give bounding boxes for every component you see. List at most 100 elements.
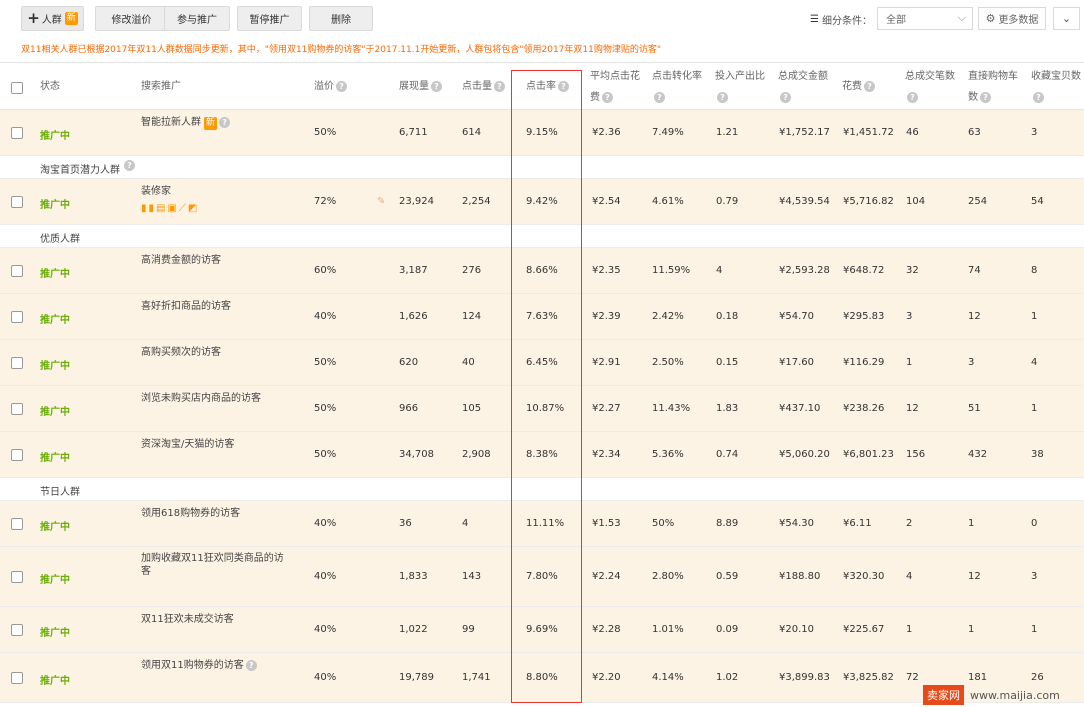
row-checkbox[interactable] [11,624,23,636]
row-checkbox[interactable] [11,265,23,277]
cell-gmv: ¥54.30 [779,518,814,529]
row-checkbox[interactable] [11,311,23,323]
row-checkbox[interactable] [11,518,23,530]
row-checkbox[interactable] [11,127,23,139]
status-text: 推广中 [40,407,70,418]
cell-roi: 1.21 [716,127,739,138]
status-text: 推广中 [40,200,70,211]
crowd-name-text: 智能拉新人群 [141,117,201,128]
filter-select-value: 全部 [886,15,906,26]
filter-label: ☰ 细分条件： [810,12,872,27]
cell-clk: 4 [462,518,469,529]
cell-orders: 46 [906,127,919,138]
col-cart-label-1: 直接购物车 [968,71,1018,82]
cell-roi: 0.79 [716,196,739,207]
tag-icon[interactable]: ▮▮ [141,203,156,214]
row-checkbox[interactable] [11,403,23,415]
col-roi[interactable]: 投入产出比? [715,66,765,108]
expand-button[interactable]: ⌄ [1053,7,1080,30]
cell-roi: 4 [716,265,723,276]
tag-icon[interactable]: ▣ [167,203,178,214]
cell-imp: 36 [399,518,412,529]
cell-premium: 40% [314,672,337,683]
group-label: 节日人群 [40,487,80,498]
row-checkbox[interactable] [11,449,23,461]
col-gmv-label: 总成交金额 [778,71,828,82]
col-status: 状态 [40,81,60,92]
table-row[interactable]: 推广中 装修家 ▮▮▤▣⟋◩ ✎ 72% 23,924 2,254 9.42% ¥2.54 4.6… [0,179,1084,225]
edit-pencil-icon[interactable]: ✎ [377,196,385,207]
help-icon: ? [558,80,569,92]
delete-button[interactable]: 删除 [309,6,373,31]
new-badge: 新 [204,117,218,130]
crowd-name: 高消费金额的访客 [141,254,221,267]
table-row[interactable]: 推广中 领用618购物券的访客 40% 36 4 11.11% ¥1.53 50% 8.89 ¥5… [0,501,1084,547]
table-row[interactable]: 推广中 加购收藏双11狂欢同类商品的访客 40% 1,833 143 7.80% ¥2.24… [0,547,1084,607]
tag-icon[interactable]: ◩ [188,203,199,214]
crowd-name: 喜好折扣商品的访客 [141,300,231,313]
cell-cart: 181 [968,672,988,683]
cell-premium: 50% [314,357,337,368]
help-icon: ? [494,80,505,92]
gear-icon: ⚙ [985,12,996,25]
row-checkbox[interactable] [11,357,23,369]
cell-cost: ¥225.67 [843,624,885,635]
cell-clk: 143 [462,571,482,582]
table-row[interactable]: 推广中 高消费金额的访客 60% 3,187 276 8.66% ¥2.35 11.59% 4 ¥… [0,248,1084,294]
table-row[interactable]: 推广中 双11狂欢未成交访客 40% 1,022 99 9.69% ¥2.28 1.01% 0.… [0,607,1084,653]
col-gmv[interactable]: 总成交金额? [778,66,828,108]
pause-promotion-button[interactable]: 暂停推广 [237,6,302,31]
table-row[interactable]: 推广中 浏览未购买店内商品的访客 50% 966 105 10.87% ¥2.27 11.43… [0,386,1084,432]
more-data-button[interactable]: ⚙ 更多数据 [978,7,1046,30]
col-cart[interactable]: 直接购物车数? [968,66,1018,108]
tag-icon[interactable]: ▤ [156,203,167,214]
col-ctr[interactable]: 点击率? [526,76,569,97]
watermark-logo: 卖家网 [923,685,964,705]
group-label: 淘宝首页潜力人群 [40,165,120,176]
col-cvr[interactable]: 点击转化率? [652,66,702,108]
table-row[interactable]: 推广中 资深淘宝/天猫的访客 50% 34,708 2,908 8.38% ¥2.34 5.3… [0,432,1084,478]
crowd-name: 加购收藏双11狂欢同类商品的访客 [141,552,291,578]
table-row[interactable]: 推广中 喜好折扣商品的访客 40% 1,626 124 7.63% ¥2.39 2.42% 0.… [0,294,1084,340]
col-orders[interactable]: 总成交笔数? [905,66,955,108]
cell-cart: 12 [968,311,981,322]
cell-cvr: 50% [652,518,675,529]
select-all-checkbox[interactable] [11,82,23,94]
modify-premium-button[interactable]: 修改溢价 [95,6,168,31]
cell-imp: 6,711 [399,127,428,138]
cell-gmv: ¥5,060.20 [779,449,830,460]
row-checkbox[interactable] [11,196,23,208]
cell-cost: ¥3,825.82 [843,672,894,683]
cell-cvr: 11.59% [652,265,691,276]
col-cpc[interactable]: 平均点击花费? [590,66,640,108]
row-checkbox[interactable] [11,672,23,684]
col-clicks[interactable]: 点击量? [462,76,505,97]
add-crowd-button[interactable]: + 人群 新 [21,6,84,31]
row-checkbox[interactable] [11,571,23,583]
cell-imp: 966 [399,403,419,414]
table-row[interactable]: 推广中 智能拉新人群新? 50% 6,711 614 9.15% ¥2.36 7.49% 1.2… [0,110,1084,156]
status-text: 推广中 [40,361,70,372]
cell-orders: 1 [906,357,913,368]
table-row[interactable]: 推广中 高购买频次的访客 50% 620 40 6.45% ¥2.91 2.50% 0.15 ¥1… [0,340,1084,386]
list-icon: ☰ [810,14,819,25]
cell-ctr: 10.87% [526,403,565,414]
col-impressions[interactable]: 展现量? [399,76,442,97]
help-icon: ? [780,91,791,103]
cell-premium: 40% [314,518,337,529]
col-premium[interactable]: 溢价? [314,76,347,97]
filter-select[interactable]: 全部 ⌵ [877,7,973,30]
col-cart-label-2: 数 [968,92,978,103]
cell-clk: 1,741 [462,672,491,683]
cell-cpc: ¥2.54 [592,196,621,207]
cell-roi: 0.18 [716,311,739,322]
col-premium-label: 溢价 [314,81,334,92]
tag-icon[interactable]: ⟋ [179,203,188,214]
col-fav[interactable]: 收藏宝贝数? [1031,66,1081,108]
table-row[interactable]: 推广中 领用双11购物券的访客? 40% 19,789 1,741 8.80% ¥2.20 4… [0,653,1084,703]
status-text: 推广中 [40,315,70,326]
join-promotion-button[interactable]: 参与推广 [164,6,230,31]
col-cost[interactable]: 花费? [842,76,875,97]
cell-cart: 1 [968,624,975,635]
cell-fav: 0 [1031,518,1038,529]
